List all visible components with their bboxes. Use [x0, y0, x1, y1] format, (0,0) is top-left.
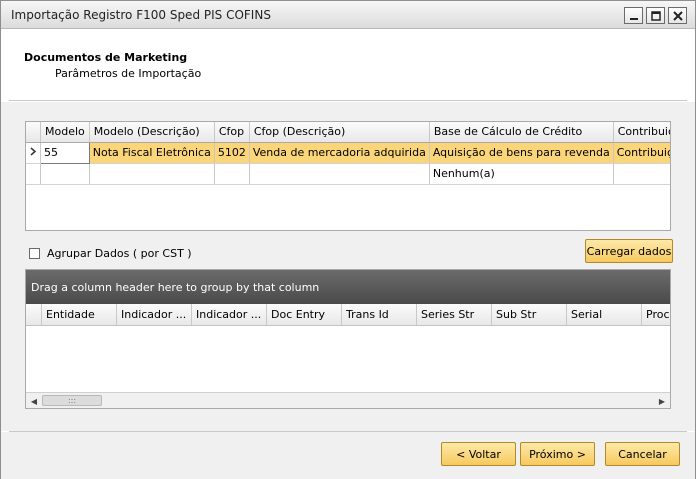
row-indicator[interactable] [26, 142, 41, 164]
header-divider [9, 100, 687, 101]
close-icon [672, 10, 683, 21]
cell-base-calculo[interactable]: Nenhum(a) [429, 163, 614, 185]
col-header-serial[interactable]: Serial [567, 304, 642, 325]
col-header-cfop-descricao[interactable]: Cfop (Descrição) [249, 122, 430, 143]
maximize-icon [650, 10, 661, 21]
load-data-button[interactable]: Carregar dados [585, 239, 673, 263]
table-row[interactable]: Nenhum(a) [26, 163, 670, 185]
cell-contribuicao[interactable] [613, 163, 670, 185]
window-title: Importação Registro F100 Sped PIS COFINS [11, 8, 271, 22]
results-grid-header: Entidade Indicador ... Indicador ... Doc… [26, 304, 670, 326]
cell-modelo-descricao[interactable]: Nota Fiscal Eletrônica [89, 142, 215, 164]
col-header-base-calculo[interactable]: Base de Cálculo de Crédito [429, 122, 614, 143]
horizontal-scrollbar[interactable]: ◀ ::: ▶ [26, 392, 670, 408]
col-header-indicador-1[interactable]: Indicador ... [117, 304, 192, 325]
close-button[interactable] [668, 7, 687, 24]
col-header-indicador-2[interactable]: Indicador ... [192, 304, 267, 325]
scroll-right-arrow-icon[interactable]: ▶ [656, 395, 668, 407]
col-header-doc-entry[interactable]: Doc Entry [267, 304, 342, 325]
wizard-subtitle: Parâmetros de Importação [55, 67, 202, 80]
cell-cfop[interactable] [214, 163, 250, 185]
group-data-checkbox[interactable] [29, 248, 40, 259]
current-row-arrow-icon [30, 147, 37, 156]
import-window: Importação Registro F100 Sped PIS COFINS… [0, 0, 696, 479]
col-header-entidade[interactable]: Entidade [42, 304, 117, 325]
scroll-thumb[interactable]: ::: [42, 395, 102, 406]
results-grid[interactable]: Drag a column header here to group by th… [25, 269, 671, 409]
cell-modelo-descricao[interactable] [89, 163, 215, 185]
cell-modelo[interactable] [40, 163, 90, 185]
col-header-sub-str[interactable]: Sub Str [492, 304, 567, 325]
cell-cfop[interactable]: 5102 [214, 142, 250, 164]
cancel-button[interactable]: Cancelar [605, 442, 680, 466]
scroll-left-arrow-icon[interactable]: ◀ [28, 395, 40, 407]
table-row[interactable]: 55 Nota Fiscal Eletrônica 5102 Venda de … [26, 141, 670, 164]
col-header-trans-id[interactable]: Trans Id [342, 304, 417, 325]
cell-modelo[interactable]: 55 [40, 141, 90, 164]
params-grid[interactable]: Modelo Modelo (Descrição) Cfop Cfop (Des… [25, 121, 671, 231]
row-header-corner [26, 122, 41, 143]
next-button[interactable]: Próximo > [520, 442, 595, 466]
col-header-proce[interactable]: Proce [642, 304, 670, 325]
group-data-option[interactable]: Agrupar Dados ( por CST ) [29, 247, 192, 260]
results-row-header-corner [26, 304, 42, 325]
col-header-cfop[interactable]: Cfop [214, 122, 250, 143]
maximize-button[interactable] [646, 7, 665, 24]
cell-contribuicao[interactable]: Contribuição não-cumulativa apurada [613, 142, 670, 164]
wizard-header: Documentos de Marketing Parâmetros de Im… [1, 30, 695, 100]
group-by-panel[interactable]: Drag a column header here to group by th… [26, 270, 670, 304]
cell-cfop-descricao[interactable] [249, 163, 430, 185]
col-header-contribuicao[interactable]: Contribuição Social Apurada [613, 122, 670, 143]
col-header-series-str[interactable]: Series Str [417, 304, 492, 325]
group-data-label: Agrupar Dados ( por CST ) [47, 247, 192, 260]
wizard-title: Documentos de Marketing [24, 51, 188, 64]
row-indicator[interactable] [26, 163, 41, 185]
cell-base-calculo[interactable]: Aquisição de bens para revenda [429, 142, 614, 164]
col-header-modelo[interactable]: Modelo [40, 122, 90, 143]
minimize-icon [629, 17, 638, 20]
title-bar: Importação Registro F100 Sped PIS COFINS [1, 1, 695, 29]
cell-cfop-descricao[interactable]: Venda de mercadoria adquirida [249, 142, 430, 164]
col-header-modelo-descricao[interactable]: Modelo (Descrição) [89, 122, 215, 143]
minimize-button[interactable] [624, 7, 643, 24]
back-button[interactable]: < Voltar [441, 442, 516, 466]
